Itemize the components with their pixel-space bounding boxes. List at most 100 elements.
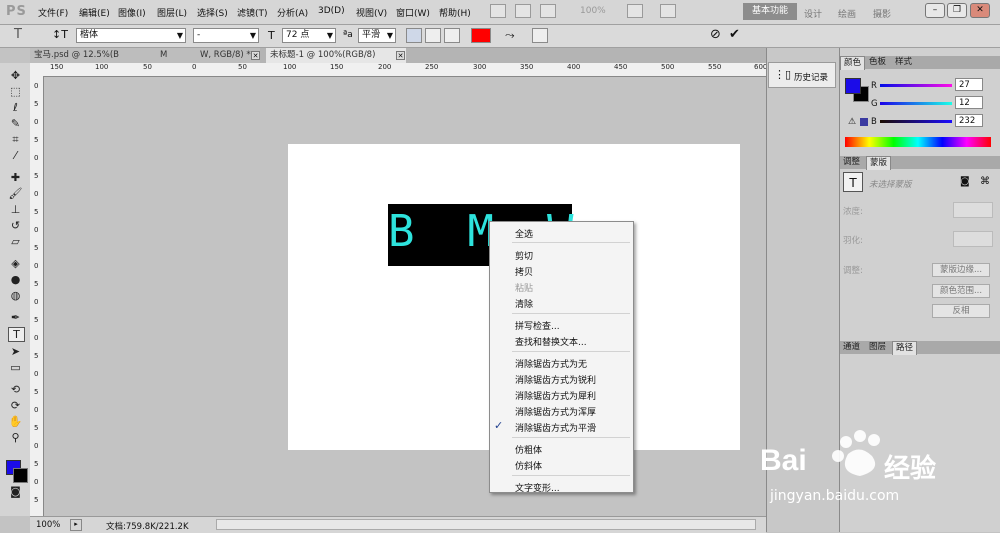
text-color-swatch[interactable] (471, 28, 491, 43)
menu-item-warp-text[interactable]: 文字变形... (515, 481, 560, 494)
arrange-documents-icon[interactable] (627, 4, 643, 18)
horizontal-scrollbar[interactable] (216, 519, 756, 530)
history-panel-button[interactable]: ⋮▯ 历史记录 (768, 62, 836, 88)
tab-masks[interactable]: 蒙版 (866, 156, 892, 170)
move-tool-icon[interactable]: ✥ (8, 69, 23, 82)
channel-r-value[interactable]: 27 (955, 78, 983, 91)
path-select-tool-icon[interactable]: ➤ (8, 345, 23, 358)
quick-mask-icon[interactable]: ◙ (8, 485, 23, 498)
background-color-swatch[interactable] (13, 468, 28, 483)
color-ramp[interactable] (845, 137, 991, 147)
menu-item-spell-check[interactable]: 拼写检查... (515, 319, 560, 332)
menu-item-clear[interactable]: 清除 (515, 297, 533, 310)
menu-3d[interactable]: 3D(D) (318, 6, 345, 16)
character-panel-icon[interactable] (532, 28, 548, 43)
menu-window[interactable]: 窗口(W) (396, 6, 430, 19)
color-range-button[interactable]: 颜色范围... (932, 284, 990, 298)
menu-item-cut[interactable]: 剪切 (515, 249, 533, 262)
close-icon[interactable]: ✕ (251, 51, 260, 60)
quick-select-tool-icon[interactable]: ✎ (8, 117, 23, 130)
tab-document-2[interactable]: 未标题-1 @ 100%(RGB/8) (266, 48, 406, 63)
menu-item-find-replace[interactable]: 查找和替换文本... (515, 335, 587, 348)
zoom-tool-icon[interactable]: ⚲ (8, 431, 23, 444)
font-style-select[interactable]: - ▼ (193, 28, 259, 43)
blur-tool-icon[interactable]: ● (8, 273, 23, 286)
crop-tool-icon[interactable]: ⌗ (8, 133, 23, 146)
menu-item-antialias-none[interactable]: 消除锯齿方式为无 (515, 357, 587, 370)
paint-bucket-tool-icon[interactable]: ◈ (8, 257, 23, 270)
eraser-tool-icon[interactable]: ▱ (8, 235, 23, 248)
menu-item-antialias-smooth[interactable]: 消除锯齿方式为平滑 (515, 421, 596, 434)
align-right-button[interactable] (444, 28, 460, 43)
workspace-photography[interactable]: 摄影 (873, 7, 891, 20)
history-brush-tool-icon[interactable]: ↺ (8, 219, 23, 232)
channel-g-slider[interactable] (880, 102, 952, 105)
close-icon[interactable]: ✕ (396, 51, 405, 60)
pixel-mask-icon[interactable]: ◙ (960, 176, 970, 187)
invert-button[interactable]: 反相 (932, 304, 990, 318)
font-size-select[interactable]: 72 点 ▼ (282, 28, 336, 43)
tab-channels[interactable]: 通道 (840, 341, 863, 354)
3d-orbit-tool-icon[interactable]: ⟳ (8, 399, 23, 412)
menu-item-antialias-strong[interactable]: 消除锯齿方式为浑厚 (515, 405, 596, 418)
cancel-icon[interactable]: ⊘ (710, 27, 721, 42)
channel-r-slider[interactable] (880, 84, 952, 87)
marquee-tool-icon[interactable]: ⬚ (8, 85, 23, 98)
menu-item-antialias-sharp[interactable]: 消除锯齿方式为锐利 (515, 373, 596, 386)
clone-stamp-tool-icon[interactable]: ⊥ (8, 203, 23, 216)
workspace-design[interactable]: 设计 (804, 7, 822, 20)
menu-filter[interactable]: 滤镜(T) (237, 6, 268, 19)
workspace-essentials[interactable]: 基本功能 (743, 3, 797, 20)
hand-tool-icon[interactable]: ✋ (8, 415, 23, 428)
channel-g-value[interactable]: 12 (955, 96, 983, 109)
fg-color-swatch[interactable] (845, 78, 861, 94)
text-orientation-icon[interactable]: ↕T (52, 28, 68, 41)
align-center-button[interactable] (425, 28, 441, 43)
tab-color[interactable]: 颜色 (840, 56, 866, 70)
view-extras-icon[interactable] (540, 4, 556, 18)
menu-item-select-all[interactable]: 全选 (515, 227, 533, 240)
menu-file[interactable]: 文件(F) (38, 6, 68, 19)
mini-bridge-icon[interactable] (515, 4, 531, 18)
tab-styles[interactable]: 样式 (892, 56, 915, 69)
channel-b-slider[interactable] (880, 120, 952, 123)
tab-swatches[interactable]: 色板 (866, 56, 889, 69)
pen-tool-icon[interactable]: ✒ (8, 311, 23, 324)
eyedropper-tool-icon[interactable]: ⁄ (8, 149, 23, 162)
mask-edge-button[interactable]: 蒙版边缘... (932, 263, 990, 277)
workspace-painting[interactable]: 绘画 (838, 7, 856, 20)
restore-button[interactable]: ❐ (947, 3, 967, 18)
menu-layer[interactable]: 图层(L) (157, 6, 187, 19)
warp-text-icon[interactable]: ⤳ (505, 28, 515, 43)
healing-brush-tool-icon[interactable]: ✚ (8, 171, 23, 184)
menu-edit[interactable]: 编辑(E) (79, 6, 110, 19)
status-zoom[interactable]: 100% (36, 520, 60, 530)
status-menu-icon[interactable]: ▸ (70, 519, 82, 531)
menu-item-faux-italic[interactable]: 仿斜体 (515, 459, 542, 472)
menu-analysis[interactable]: 分析(A) (277, 6, 308, 19)
close-button[interactable]: ✕ (970, 3, 990, 18)
menu-help[interactable]: 帮助(H) (439, 6, 471, 19)
align-left-button[interactable] (406, 28, 422, 43)
tab-layers[interactable]: 图层 (866, 341, 889, 354)
tab-adjustments[interactable]: 调整 (840, 156, 863, 169)
commit-icon[interactable]: ✔ (729, 27, 740, 42)
dodge-tool-icon[interactable]: ◍ (8, 289, 23, 302)
shape-tool-icon[interactable]: ▭ (8, 361, 23, 374)
menu-item-faux-bold[interactable]: 仿粗体 (515, 443, 542, 456)
zoom-level[interactable]: 100% (580, 6, 606, 16)
brush-tool-icon[interactable]: 🖌 (8, 187, 23, 200)
menu-item-antialias-crisp[interactable]: 消除锯齿方式为犀利 (515, 389, 596, 402)
vector-mask-icon[interactable]: ⌘ (980, 176, 990, 187)
menu-select[interactable]: 选择(S) (197, 6, 228, 19)
antialias-select[interactable]: 平滑 ▼ (358, 28, 396, 43)
menu-image[interactable]: 图像(I) (118, 6, 146, 19)
menu-item-copy[interactable]: 拷贝 (515, 265, 533, 278)
menu-view[interactable]: 视图(V) (356, 6, 387, 19)
gamut-swatch[interactable] (860, 118, 868, 126)
tool-preset-icon[interactable]: T (14, 27, 22, 42)
tab-paths[interactable]: 路径 (892, 341, 918, 355)
3d-rotate-tool-icon[interactable]: ⟲ (8, 383, 23, 396)
lasso-tool-icon[interactable]: ℓ (8, 101, 23, 114)
screen-mode-icon[interactable] (660, 4, 676, 18)
